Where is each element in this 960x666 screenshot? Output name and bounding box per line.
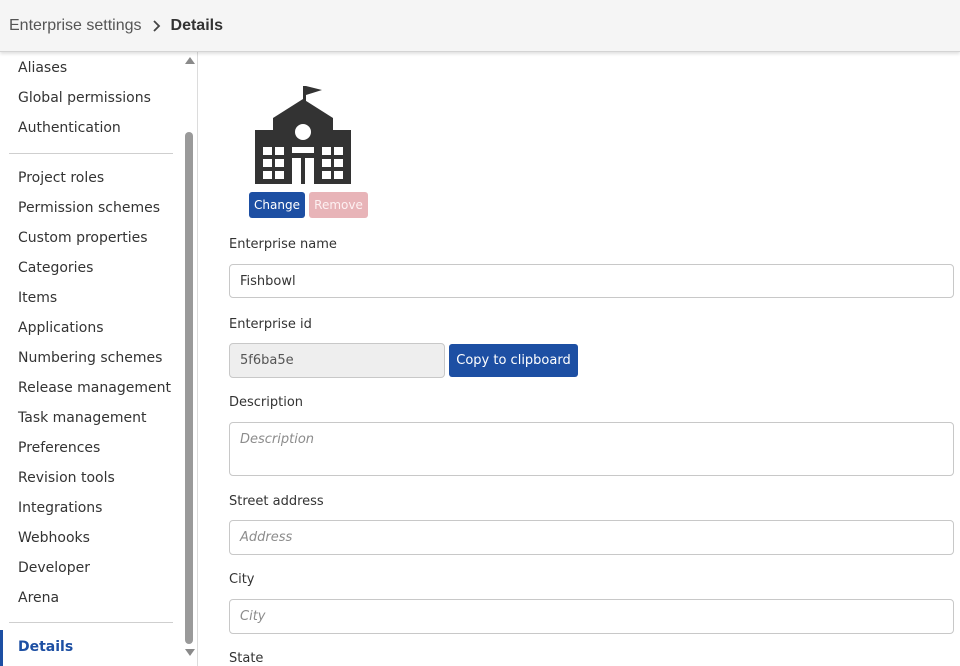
sidebar-item-task-management[interactable]: Task management	[18, 410, 146, 426]
sidebar-item-authentication[interactable]: Authentication	[18, 120, 121, 136]
enterprise-name-label: Enterprise name	[229, 237, 337, 252]
enterprise-name-input[interactable]: Fishbowl	[229, 264, 954, 298]
enterprise-id-field: 5f6ba5e	[229, 343, 445, 378]
sidebar-item-items[interactable]: Items	[18, 290, 57, 306]
scroll-thumb[interactable]	[185, 132, 193, 644]
enterprise-id-label: Enterprise id	[229, 317, 312, 332]
sidebar-item-details[interactable]: Details	[18, 639, 73, 655]
sidebar-divider	[9, 622, 173, 623]
sidebar-item-release-management[interactable]: Release management	[18, 380, 171, 396]
details-panel: Change Remove Enterprise name Fishbowl E…	[199, 52, 960, 666]
sidebar-item-applications[interactable]: Applications	[18, 320, 104, 336]
copy-to-clipboard-button[interactable]: Copy to clipboard	[449, 344, 578, 377]
active-indicator	[0, 630, 3, 666]
sidebar-item-developer[interactable]: Developer	[18, 560, 90, 576]
street-address-input[interactable]: Address	[229, 520, 954, 555]
sidebar-item-project-roles[interactable]: Project roles	[18, 170, 104, 186]
sidebar-item-preferences[interactable]: Preferences	[18, 440, 100, 456]
sidebar: Aliases Global permissions Authenticatio…	[0, 52, 198, 666]
sidebar-item-arena[interactable]: Arena	[18, 590, 59, 606]
scroll-up-arrow-icon[interactable]	[185, 57, 195, 64]
chevron-right-icon	[152, 19, 161, 32]
sidebar-item-integrations[interactable]: Integrations	[18, 500, 102, 516]
state-label: State	[229, 651, 264, 666]
top-bar: Enterprise settings Details	[0, 0, 960, 52]
sidebar-item-categories[interactable]: Categories	[18, 260, 93, 276]
description-textarea[interactable]: Description	[229, 422, 954, 476]
school-building-icon	[251, 84, 355, 186]
sidebar-item-webhooks[interactable]: Webhooks	[18, 530, 90, 546]
sidebar-item-custom-properties[interactable]: Custom properties	[18, 230, 148, 246]
sidebar-scrollbar[interactable]	[182, 52, 196, 666]
sidebar-item-global-permissions[interactable]: Global permissions	[18, 90, 151, 106]
breadcrumb-current: Details	[170, 16, 223, 34]
breadcrumb-enterprise-settings[interactable]: Enterprise settings	[9, 17, 142, 35]
sidebar-item-aliases[interactable]: Aliases	[18, 60, 67, 76]
sidebar-item-revision-tools[interactable]: Revision tools	[18, 470, 115, 486]
sidebar-divider	[9, 153, 173, 154]
description-label: Description	[229, 395, 304, 410]
remove-logo-button[interactable]: Remove	[309, 192, 368, 218]
scroll-down-arrow-icon[interactable]	[185, 649, 195, 656]
street-address-label: Street address	[229, 494, 324, 509]
city-input[interactable]: City	[229, 599, 954, 634]
sidebar-item-permission-schemes[interactable]: Permission schemes	[18, 200, 160, 216]
sidebar-item-numbering-schemes[interactable]: Numbering schemes	[18, 350, 162, 366]
change-logo-button[interactable]: Change	[249, 192, 305, 218]
city-label: City	[229, 572, 255, 587]
